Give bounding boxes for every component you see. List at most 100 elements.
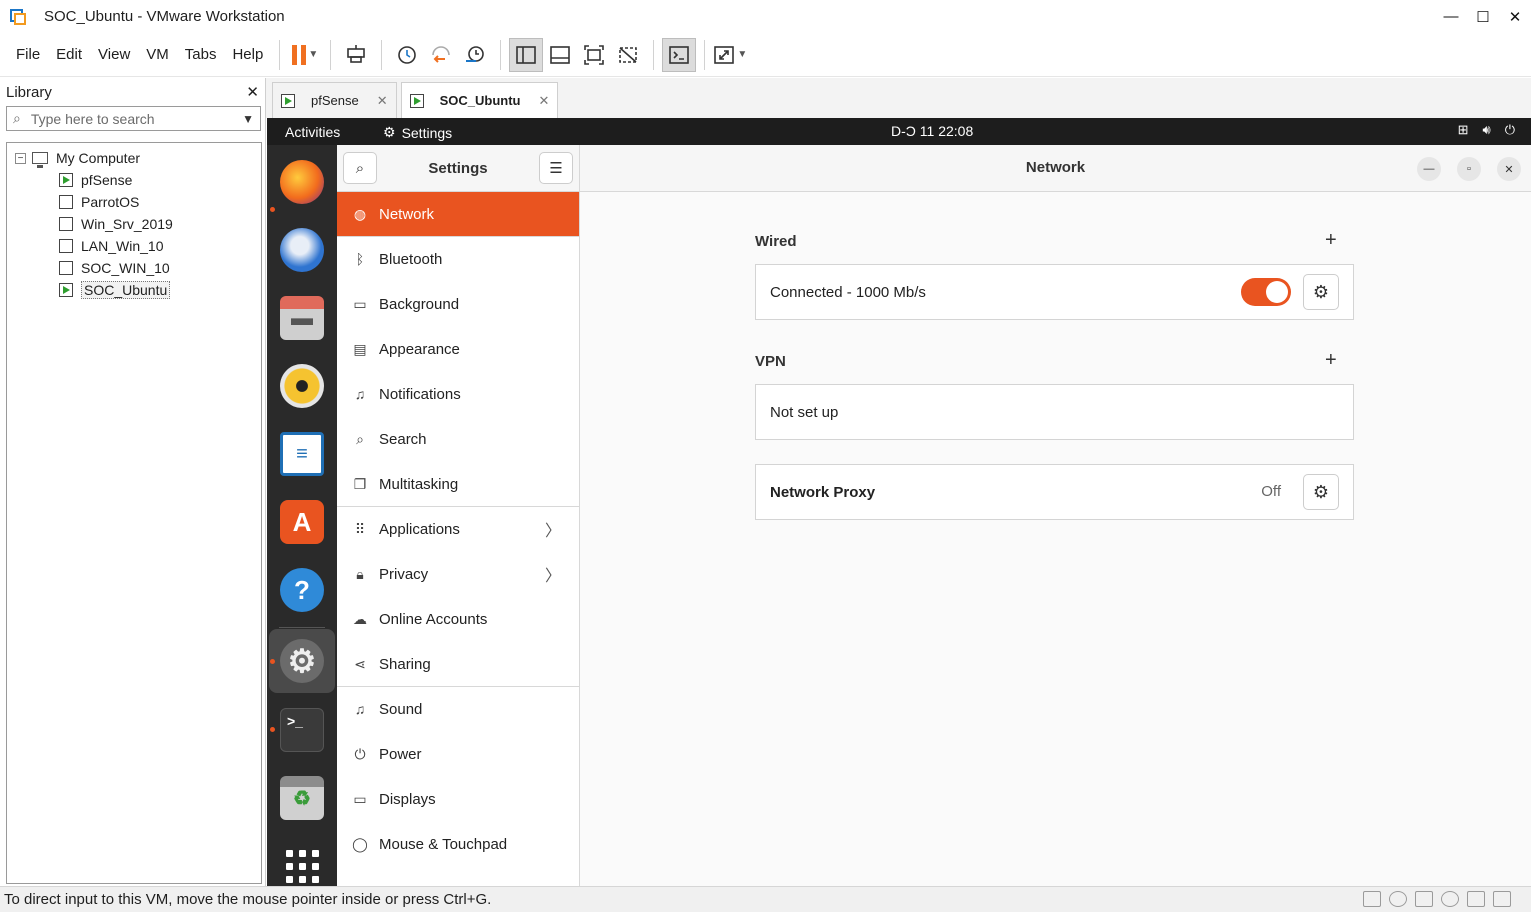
tree-item-vm[interactable]: LAN_Win_10 [7, 235, 261, 257]
tab-label: pfSense [311, 93, 359, 108]
snapshot-clock-icon [398, 45, 417, 64]
close-window-button[interactable]: ✕ [1497, 157, 1521, 181]
tab-pfsense[interactable]: pfSense ✕ [272, 82, 397, 118]
sidebar-item-privacy[interactable]: 🔒︎ Privacy 〉 [337, 552, 579, 597]
menu-button[interactable]: ☰ [539, 152, 573, 184]
menu-file[interactable]: File [8, 46, 48, 63]
dock-terminal[interactable]: >_ [277, 705, 327, 755]
wired-toggle[interactable] [1241, 278, 1291, 306]
sidebar-item-sharing[interactable]: ⋖ Sharing [337, 642, 579, 687]
message-log-icon[interactable] [1493, 891, 1511, 907]
tree-item-my-computer[interactable]: − My Computer [7, 147, 261, 169]
thumbnail-bar-button[interactable] [543, 38, 577, 72]
activities-button[interactable]: Activities [285, 124, 340, 140]
tab-close-button[interactable]: ✕ [539, 93, 550, 109]
sidebar-item-sound[interactable]: ♫ Sound [337, 687, 579, 732]
tab-close-button[interactable]: ✕ [377, 93, 388, 109]
cd-dvd-icon[interactable] [1389, 891, 1407, 907]
unity-mode-button[interactable] [611, 38, 645, 72]
sidebar-item-notifications[interactable]: ♫ Notifications [337, 372, 579, 417]
tree-item-vm[interactable]: SOC_WIN_10 [7, 257, 261, 279]
pause-button[interactable]: ▼ [288, 38, 322, 72]
vm-running-icon [409, 93, 424, 108]
menu-view[interactable]: View [90, 46, 138, 63]
proxy-settings-button[interactable]: ⚙ [1303, 474, 1339, 510]
sidebar-item-multitasking[interactable]: ❐ Multitasking [337, 462, 579, 507]
menu-vm[interactable]: VM [138, 46, 177, 63]
dock-files[interactable]: ▬ [277, 293, 327, 343]
network-wired-icon: ⊞ [1457, 122, 1469, 137]
sidebar-item-network[interactable]: ◍ Network [337, 192, 579, 237]
tab-soc-ubuntu[interactable]: SOC_Ubuntu ✕ [400, 82, 559, 118]
tree-item-vm[interactable]: pfSense [7, 169, 261, 191]
menu-edit[interactable]: Edit [48, 46, 90, 63]
music-note-icon: ♫ [354, 701, 366, 717]
sidebar-item-displays[interactable]: ▭ Displays [337, 777, 579, 822]
full-screen-button[interactable] [577, 38, 611, 72]
show-library-button[interactable] [509, 37, 544, 72]
collapse-toggle-icon[interactable]: − [15, 152, 26, 164]
snapshot-manager-button[interactable] [458, 38, 492, 72]
minimize-button[interactable]: — [1435, 0, 1467, 33]
clock[interactable]: D-Ɔ 11 22:08 [891, 123, 973, 139]
sidebar-item-mouse-touchpad[interactable]: ◯ Mouse & Touchpad [337, 822, 579, 867]
tree-label: SOC_Ubuntu [81, 281, 171, 299]
appearance-icon: ▤ [353, 340, 367, 357]
wired-status: Connected - 1000 Mb/s [770, 283, 926, 301]
show-applications-button[interactable] [277, 841, 327, 886]
wired-settings-button[interactable]: ⚙ [1303, 274, 1339, 310]
tree-item-vm[interactable]: Win_Srv_2019 [7, 213, 261, 235]
sidebar-item-search[interactable]: ⌕ Search [337, 417, 579, 462]
sound-card-icon[interactable] [1441, 891, 1459, 907]
dock-thunderbird[interactable] [277, 225, 327, 275]
sidebar-item-label: Privacy [379, 565, 429, 583]
sidebar-item-applications[interactable]: ⠿ Applications 〉 [337, 507, 579, 552]
minimize-window-button[interactable]: — [1417, 157, 1441, 181]
guest-display[interactable]: Activities ⚙ Settings D-Ɔ 11 22:08 ⊞ 🔊︎ … [267, 118, 1531, 886]
send-ctrl-alt-del-button[interactable] [339, 38, 373, 72]
revert-snapshot-button[interactable] [424, 38, 458, 72]
app-menu[interactable]: ⚙ Settings [383, 124, 452, 141]
sidebar-item-label: Appearance [379, 340, 460, 358]
sidebar-item-bluetooth[interactable]: ᛒ Bluetooth [337, 237, 579, 282]
console-view-button[interactable] [662, 37, 697, 72]
vm-running-icon [59, 173, 73, 187]
dock-firefox[interactable] [277, 157, 327, 207]
vpn-status: Not set up [770, 403, 839, 421]
tree-item-vm-selected[interactable]: SOC_Ubuntu [7, 279, 261, 301]
dock-libreoffice-writer[interactable]: ≡ [277, 429, 327, 479]
tree-item-vm[interactable]: ParrotOS [7, 191, 261, 213]
dock-help[interactable]: ? [277, 565, 327, 615]
stretch-guest-button[interactable]: ▼ [713, 38, 747, 72]
menu-tabs[interactable]: Tabs [177, 46, 225, 63]
add-vpn-button[interactable]: + [1325, 349, 1337, 372]
lock-icon: 🔒︎ [356, 565, 364, 582]
sidebar-item-power[interactable]: ⏻ Power [337, 732, 579, 777]
close-window-button[interactable]: ✕ [1499, 0, 1531, 33]
document-icon: ≡ [280, 432, 324, 476]
sidebar-item-appearance[interactable]: ▤ Appearance [337, 327, 579, 372]
network-adapter-icon[interactable] [1415, 891, 1433, 907]
vmware-logo-icon [8, 7, 28, 27]
system-tray[interactable]: ⊞ 🔊︎ ⏻ [1458, 122, 1515, 138]
menu-help[interactable]: Help [224, 46, 271, 63]
network-proxy-row[interactable]: Network Proxy Off ⚙ [755, 464, 1354, 520]
dock-software[interactable]: A [277, 497, 327, 547]
add-wired-button[interactable]: + [1325, 229, 1337, 252]
sidebar-item-label: Displays [379, 790, 436, 808]
printer-icon[interactable] [1467, 891, 1485, 907]
library-search-input[interactable]: ⌕ Type here to search ▼ [6, 106, 261, 131]
take-snapshot-button[interactable] [390, 38, 424, 72]
dock-trash[interactable]: ♻ [277, 773, 327, 823]
search-button[interactable]: ⌕ [343, 152, 377, 184]
dock-settings[interactable]: ⚙ [277, 636, 327, 686]
library-close-button[interactable]: ✕ [246, 83, 259, 101]
dock-rhythmbox[interactable] [277, 361, 327, 411]
chevron-down-icon[interactable]: ▼ [242, 112, 254, 126]
sidebar-item-online-accounts[interactable]: ☁ Online Accounts [337, 597, 579, 642]
maximize-button[interactable]: ☐ [1467, 0, 1499, 33]
hard-disk-icon[interactable] [1363, 891, 1381, 907]
maximize-window-button[interactable]: ▫ [1457, 157, 1481, 181]
sidebar-item-label: Background [379, 295, 460, 313]
sidebar-item-background[interactable]: ▭ Background [337, 282, 579, 327]
